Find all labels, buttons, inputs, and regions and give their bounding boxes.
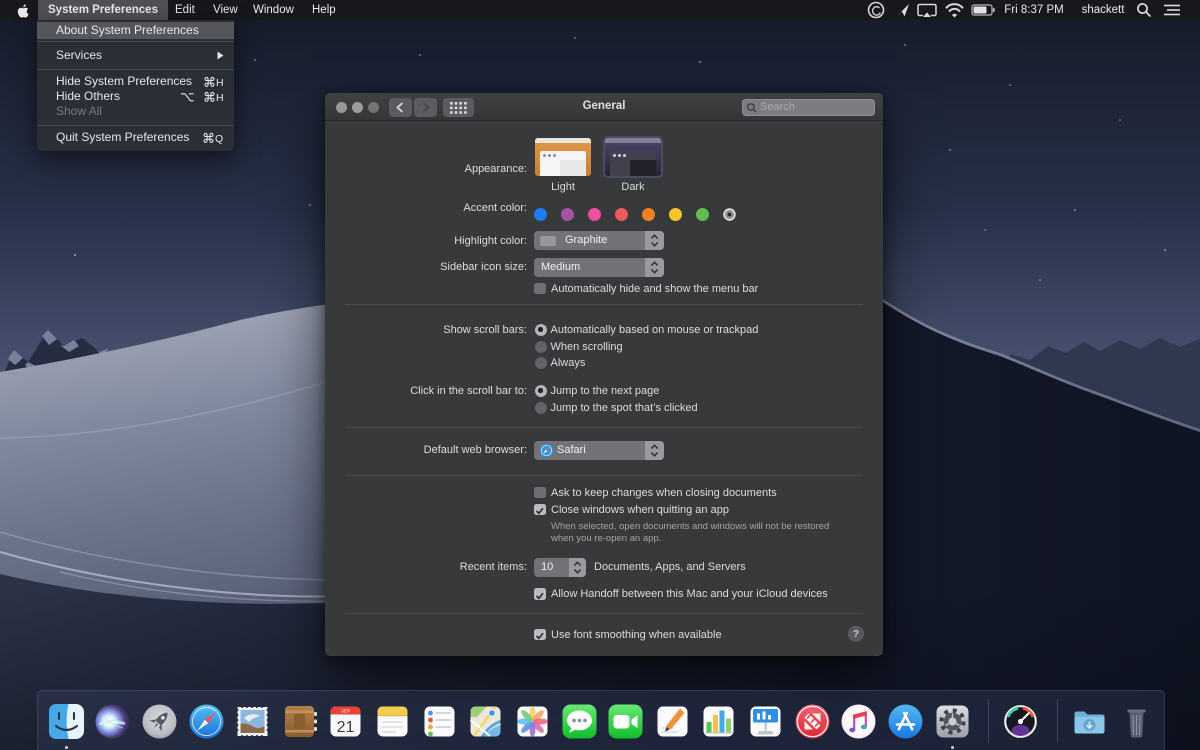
svg-text:Q: Q [215, 133, 223, 144]
svg-text:21: 21 [337, 719, 355, 736]
svg-text:SEP: SEP [341, 709, 350, 714]
svg-text:H: H [216, 92, 224, 103]
svg-text:H: H [216, 77, 224, 88]
